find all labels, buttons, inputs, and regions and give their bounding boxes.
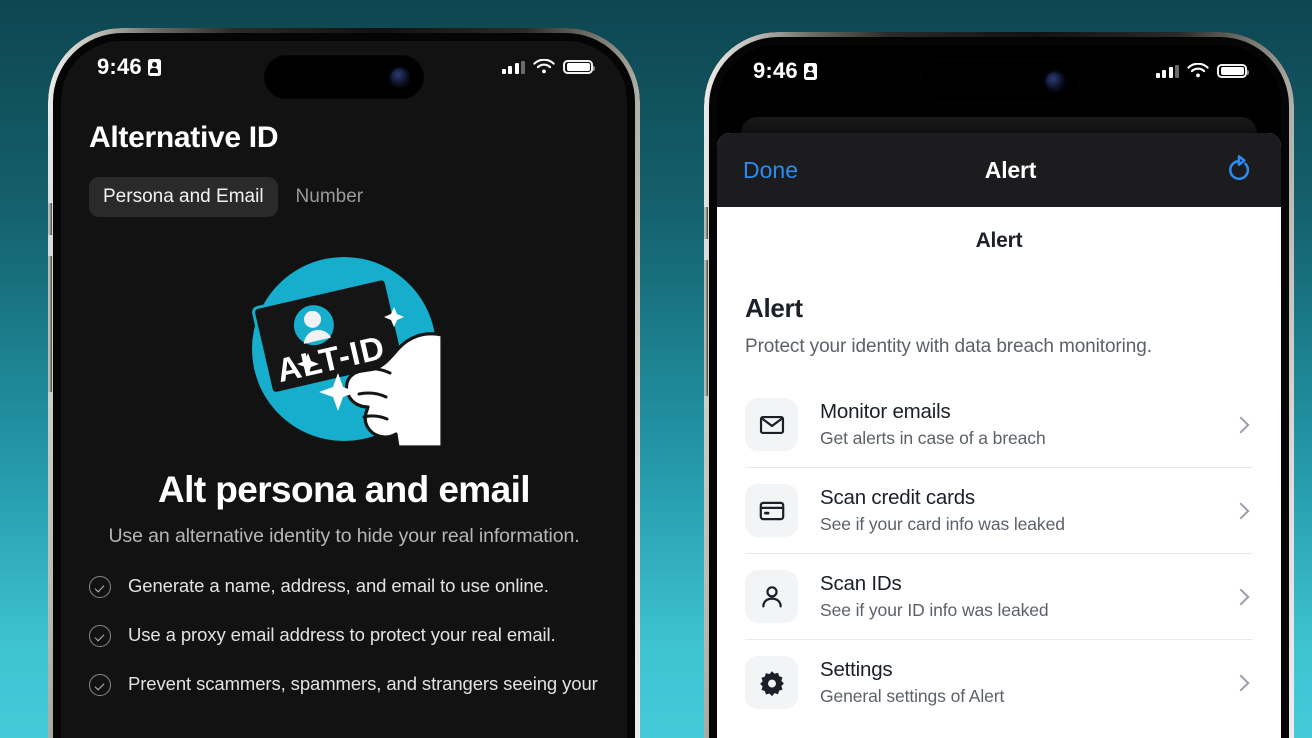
section-description: Protect your identity with data breach m… (745, 336, 1152, 357)
front-camera-icon (391, 68, 408, 86)
feature-subheading: Use an alternative identity to hide your… (108, 525, 580, 547)
envelope-icon-tile (745, 398, 798, 451)
status-time: 9:46 (97, 54, 142, 79)
row-subtitle: See if your card info was leaked (820, 514, 1065, 534)
left-screen-content: Alternative ID Persona and Email Number … (61, 93, 627, 697)
gear-icon (759, 670, 784, 696)
person-icon (761, 585, 782, 607)
status-indicators (501, 59, 595, 75)
row-title: Settings (820, 658, 893, 681)
alert-options-list: Monitor emails Get alerts in case of a b… (745, 382, 1253, 725)
row-text: Scan IDs See if your ID info was leaked (820, 572, 1213, 621)
row-text: Scan credit cards See if your card info … (820, 486, 1213, 535)
list-item-scan-credit-cards[interactable]: Scan credit cards See if your card info … (745, 468, 1253, 554)
alt-id-card-hand-illustration: ALT-ID (89, 251, 599, 447)
bullet-text: Use a proxy email address to protect you… (128, 623, 556, 645)
wifi-icon (1187, 63, 1209, 78)
battery-full-icon (1217, 63, 1249, 79)
id-badge-icon (803, 62, 817, 80)
check-circle-icon (89, 624, 111, 647)
front-camera-icon (1046, 72, 1063, 90)
row-title: Scan credit cards (820, 486, 975, 509)
page-title: Alternative ID (89, 121, 279, 154)
chevron-right-icon (1232, 674, 1250, 691)
row-subtitle: General settings of Alert (820, 686, 1005, 706)
list-item: Prevent scammers, spammers, and stranger… (89, 672, 599, 697)
credit-card-icon (759, 501, 784, 520)
sheet-inline-title: Alert (975, 229, 1023, 252)
row-title: Scan IDs (820, 572, 902, 595)
feature-heading: Alt persona and email (158, 469, 530, 510)
cellular-signal-icon (501, 60, 525, 74)
list-item-monitor-emails[interactable]: Monitor emails Get alerts in case of a b… (745, 382, 1253, 468)
feature-bullet-list: Generate a name, address, and email to u… (89, 574, 599, 697)
list-item: Use a proxy email address to protect you… (89, 623, 599, 648)
status-time: 9:46 (753, 58, 798, 83)
section-title: Alert (745, 293, 803, 323)
bullet-text: Generate a name, address, and email to u… (128, 575, 549, 596)
person-icon-tile (745, 570, 798, 623)
left-phone-screen: 9:46 Alternative ID Persona and Email Nu… (61, 41, 627, 738)
power-button[interactable] (704, 282, 708, 372)
refresh-icon[interactable] (1223, 154, 1255, 186)
row-title: Monitor emails (820, 400, 951, 423)
chevron-right-icon (1232, 502, 1250, 519)
list-item-scan-ids[interactable]: Scan IDs See if your ID info was leaked (745, 554, 1253, 640)
right-phone-screen: 9:46 Done Alert Alert Alert Protect your… (717, 45, 1281, 738)
row-subtitle: See if your ID info was leaked (820, 600, 1049, 620)
done-button[interactable]: Done (743, 157, 798, 184)
tab-number[interactable]: Number (282, 177, 378, 217)
sheet-navigation-bar: Done Alert (717, 133, 1281, 207)
battery-full-icon (563, 59, 595, 75)
bullet-text: Prevent scammers, spammers, and stranger… (128, 672, 598, 694)
alert-modal-sheet: Done Alert Alert Alert Protect your iden… (717, 133, 1281, 738)
status-time-group: 9:46 (753, 58, 817, 84)
wifi-icon (533, 59, 555, 74)
segmented-control[interactable]: Persona and Email Number (89, 177, 599, 217)
credit-card-icon-tile (745, 484, 798, 537)
list-item-settings[interactable]: Settings General settings of Alert (745, 640, 1253, 725)
right-phone-device: 9:46 Done Alert Alert Alert Protect your… (704, 32, 1294, 738)
gear-icon-tile (745, 656, 798, 709)
dynamic-island (264, 55, 424, 99)
cellular-signal-icon (1155, 64, 1179, 78)
row-text: Monitor emails Get alerts in case of a b… (820, 400, 1213, 449)
power-button[interactable] (48, 278, 52, 368)
dynamic-island (919, 59, 1079, 103)
sheet-content: Alert Alert Protect your identity with d… (717, 207, 1281, 738)
row-text: Settings General settings of Alert (820, 658, 1213, 707)
envelope-icon (759, 415, 784, 434)
mute-switch-button[interactable] (48, 203, 52, 235)
row-subtitle: Get alerts in case of a breach (820, 428, 1046, 448)
check-circle-icon (89, 673, 111, 696)
tab-persona-and-email[interactable]: Persona and Email (89, 177, 278, 217)
id-badge-icon (147, 58, 161, 76)
list-item: Generate a name, address, and email to u… (89, 574, 599, 599)
check-circle-icon (89, 576, 111, 598)
modal-stage: 9:46 Done Alert Alert Alert Protect your… (717, 45, 1281, 738)
chevron-right-icon (1232, 588, 1250, 605)
status-time-group: 9:46 (97, 54, 161, 80)
left-phone-device: 9:46 Alternative ID Persona and Email Nu… (48, 28, 640, 738)
mute-switch-button[interactable] (704, 207, 708, 239)
status-indicators (1155, 63, 1249, 79)
chevron-right-icon (1232, 416, 1250, 433)
sheet-nav-title: Alert (984, 156, 1037, 183)
